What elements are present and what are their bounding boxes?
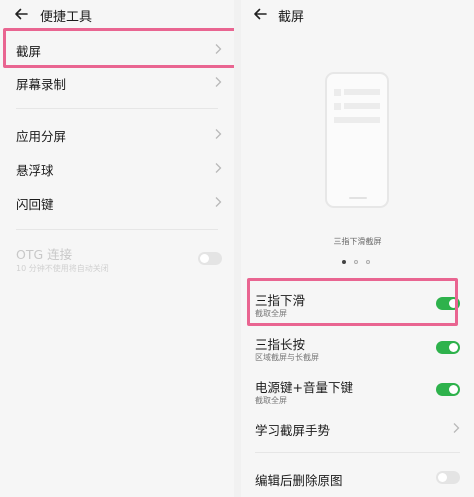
power-volume-toggle[interactable] xyxy=(436,383,460,396)
menu-item-label: 截屏 xyxy=(16,44,42,59)
option-three-finger-swipe[interactable]: 三指下滑 截取全屏 xyxy=(241,288,474,324)
menu-item-label: 闪回键 xyxy=(16,197,54,212)
option-sublabel: 截取全屏 xyxy=(255,309,287,318)
pager-dot[interactable] xyxy=(342,260,346,264)
menu-item-flashback-key[interactable]: 闪回键 xyxy=(0,186,234,218)
option-label: 学习截屏手势 xyxy=(255,423,331,438)
menu-item-screenshot[interactable]: 截屏 xyxy=(0,33,234,65)
chevron-right-icon xyxy=(215,44,222,54)
option-label: 编辑后删除原图 xyxy=(255,473,343,488)
option-label: 电源键+音量下键 xyxy=(255,380,353,395)
chevron-right-icon xyxy=(453,423,460,433)
chevron-right-icon xyxy=(215,163,222,173)
option-label: 三指长按 xyxy=(255,337,306,352)
left-panel: 便捷工具 截屏 屏幕录制 应用分屏 悬浮球 闪回键 OTG 连接 10 分钟不使… xyxy=(0,0,234,497)
otg-connection-row: OTG 连接 10 分钟不使用将自动关闭 xyxy=(0,241,234,277)
chevron-right-icon xyxy=(215,77,222,87)
chevron-right-icon xyxy=(215,197,222,207)
page-title: 截屏 xyxy=(278,10,305,25)
delete-original-toggle[interactable] xyxy=(436,471,460,484)
back-arrow-icon[interactable] xyxy=(253,7,267,21)
left-header: 便捷工具 xyxy=(0,0,234,30)
option-sublabel: 区域截屏与长截屏 xyxy=(255,353,319,362)
right-panel: 截屏 三指下滑截屏 三指下滑 截取全屏 三指长按 区域截屏与长截屏 电源键+音量… xyxy=(241,0,474,497)
three-finger-hold-toggle[interactable] xyxy=(436,341,460,354)
option-three-finger-hold[interactable]: 三指长按 区域截屏与长截屏 xyxy=(241,332,474,368)
otg-sublabel: 10 分钟不使用将自动关闭 xyxy=(16,264,109,273)
back-arrow-icon[interactable] xyxy=(14,7,28,21)
pager-dots xyxy=(342,260,374,266)
menu-item-floating-ball[interactable]: 悬浮球 xyxy=(0,152,234,184)
otg-label: OTG 连接 xyxy=(16,247,73,262)
gesture-caption: 三指下滑截屏 xyxy=(333,237,382,246)
menu-item-split-screen[interactable]: 应用分屏 xyxy=(0,118,234,150)
divider xyxy=(16,108,218,109)
pager-dot[interactable] xyxy=(354,260,358,264)
menu-item-label: 应用分屏 xyxy=(16,129,67,144)
menu-item-label: 屏幕录制 xyxy=(16,77,67,92)
pager-dot[interactable] xyxy=(366,260,370,264)
divider xyxy=(16,229,218,230)
right-header: 截屏 xyxy=(241,0,474,30)
divider xyxy=(255,452,460,453)
page-title: 便捷工具 xyxy=(40,10,93,25)
option-label: 三指下滑 xyxy=(255,293,306,308)
option-delete-original[interactable]: 编辑后删除原图 xyxy=(241,466,474,492)
option-sublabel: 截取全屏 xyxy=(255,396,287,405)
option-power-volume-down[interactable]: 电源键+音量下键 截取全屏 xyxy=(241,375,474,411)
phone-illustration xyxy=(325,72,389,208)
option-learn-gesture[interactable]: 学习截屏手势 xyxy=(241,416,474,442)
menu-item-label: 悬浮球 xyxy=(16,163,54,178)
chevron-right-icon xyxy=(215,129,222,139)
menu-item-screen-recording[interactable]: 屏幕录制 xyxy=(0,67,234,99)
otg-toggle xyxy=(198,252,222,265)
three-finger-swipe-toggle[interactable] xyxy=(436,297,460,310)
